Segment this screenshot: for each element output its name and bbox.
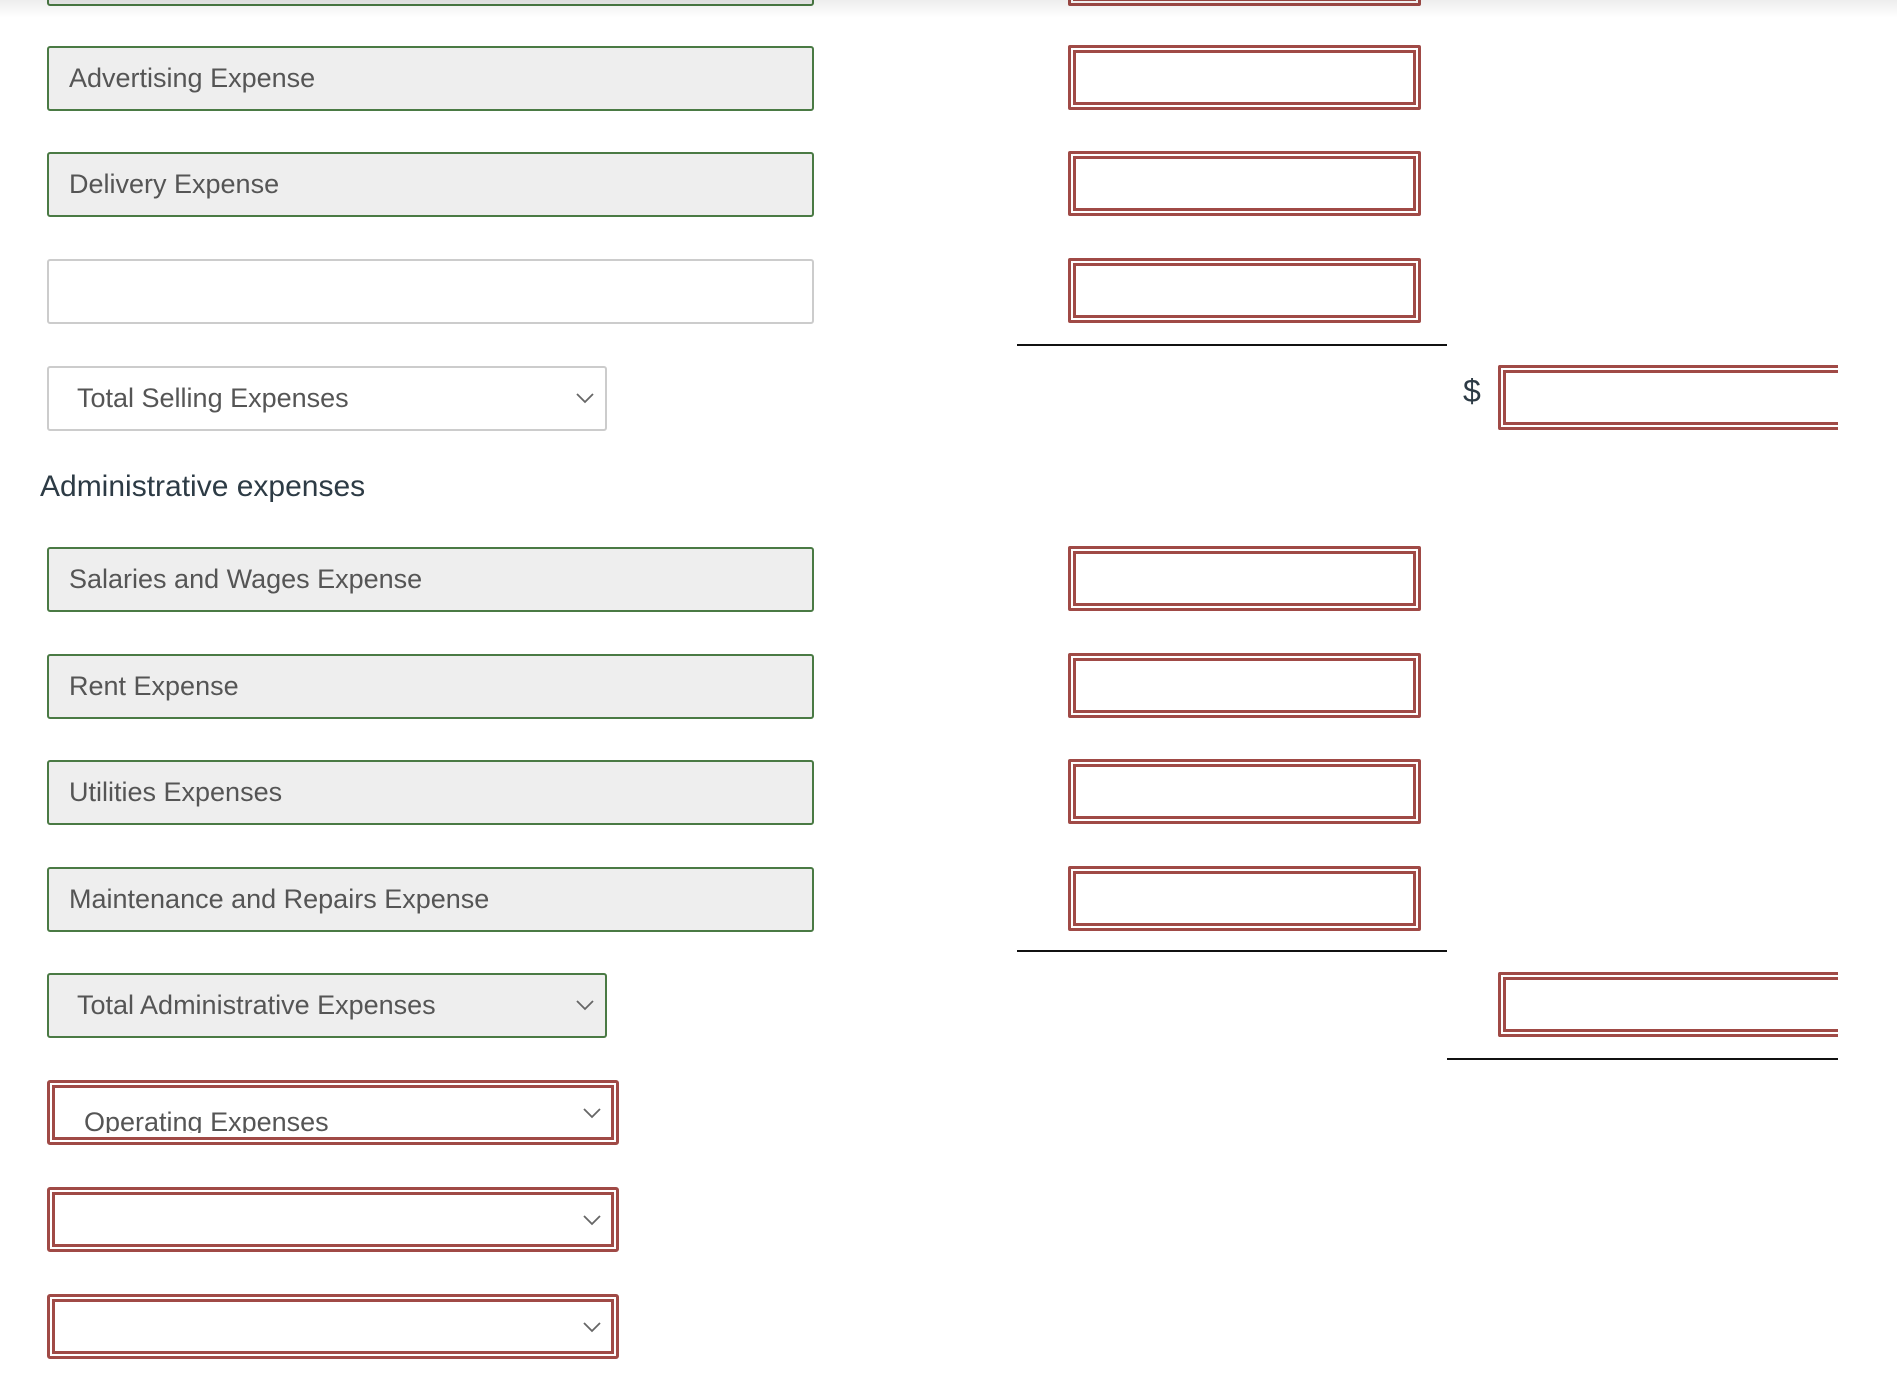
chevron-down-icon bbox=[583, 1322, 601, 1333]
currency-symbol: $ bbox=[1463, 373, 1481, 409]
select-value: Total Selling Expenses bbox=[77, 383, 349, 413]
account-field-advertising[interactable]: Advertising Expense bbox=[47, 46, 814, 111]
income-statement-form: Advertising Expense Delivery Expense Tot… bbox=[0, 0, 1838, 1373]
select-total-selling-expenses[interactable]: Total Selling Expenses bbox=[47, 366, 607, 431]
account-field-partial[interactable] bbox=[47, 0, 814, 6]
chevron-down-icon bbox=[583, 1108, 601, 1119]
amount-input-maintenance[interactable] bbox=[1068, 866, 1421, 931]
account-field-rent[interactable]: Rent Expense bbox=[47, 654, 814, 719]
amount-input-total-administrative[interactable] bbox=[1498, 972, 1838, 1037]
account-field-salaries[interactable]: Salaries and Wages Expense bbox=[47, 547, 814, 612]
chevron-down-icon bbox=[576, 1000, 594, 1011]
account-field-utilities[interactable]: Utilities Expenses bbox=[47, 760, 814, 825]
select-operating-expenses[interactable]: Operating Expenses bbox=[47, 1080, 619, 1145]
subtotal-rule-selling bbox=[1017, 344, 1447, 346]
amount-input-utilities[interactable] bbox=[1068, 759, 1421, 824]
select-value: Operating Expenses bbox=[84, 1107, 329, 1133]
select-total-administrative-expenses[interactable]: Total Administrative Expenses bbox=[47, 973, 607, 1038]
subtotal-rule-total bbox=[1447, 1058, 1838, 1060]
select-line-empty-2[interactable] bbox=[47, 1294, 619, 1359]
select-value: Total Administrative Expenses bbox=[77, 990, 436, 1020]
select-line-empty-1[interactable] bbox=[47, 1187, 619, 1252]
chevron-down-icon bbox=[576, 393, 594, 404]
amount-input-total-selling[interactable] bbox=[1498, 365, 1838, 430]
chevron-down-icon bbox=[583, 1215, 601, 1226]
amount-input-empty[interactable] bbox=[1068, 258, 1421, 323]
amount-input-salaries[interactable] bbox=[1068, 546, 1421, 611]
section-heading-administrative: Administrative expenses bbox=[40, 470, 366, 503]
amount-input-advertising[interactable] bbox=[1068, 45, 1421, 110]
subtotal-rule-administrative bbox=[1017, 950, 1447, 952]
amount-input-partial[interactable] bbox=[1068, 0, 1421, 6]
account-field-maintenance[interactable]: Maintenance and Repairs Expense bbox=[47, 867, 814, 932]
amount-input-rent[interactable] bbox=[1068, 653, 1421, 718]
account-field-empty[interactable] bbox=[47, 259, 814, 324]
amount-input-delivery[interactable] bbox=[1068, 151, 1421, 216]
account-field-delivery[interactable]: Delivery Expense bbox=[47, 152, 814, 217]
